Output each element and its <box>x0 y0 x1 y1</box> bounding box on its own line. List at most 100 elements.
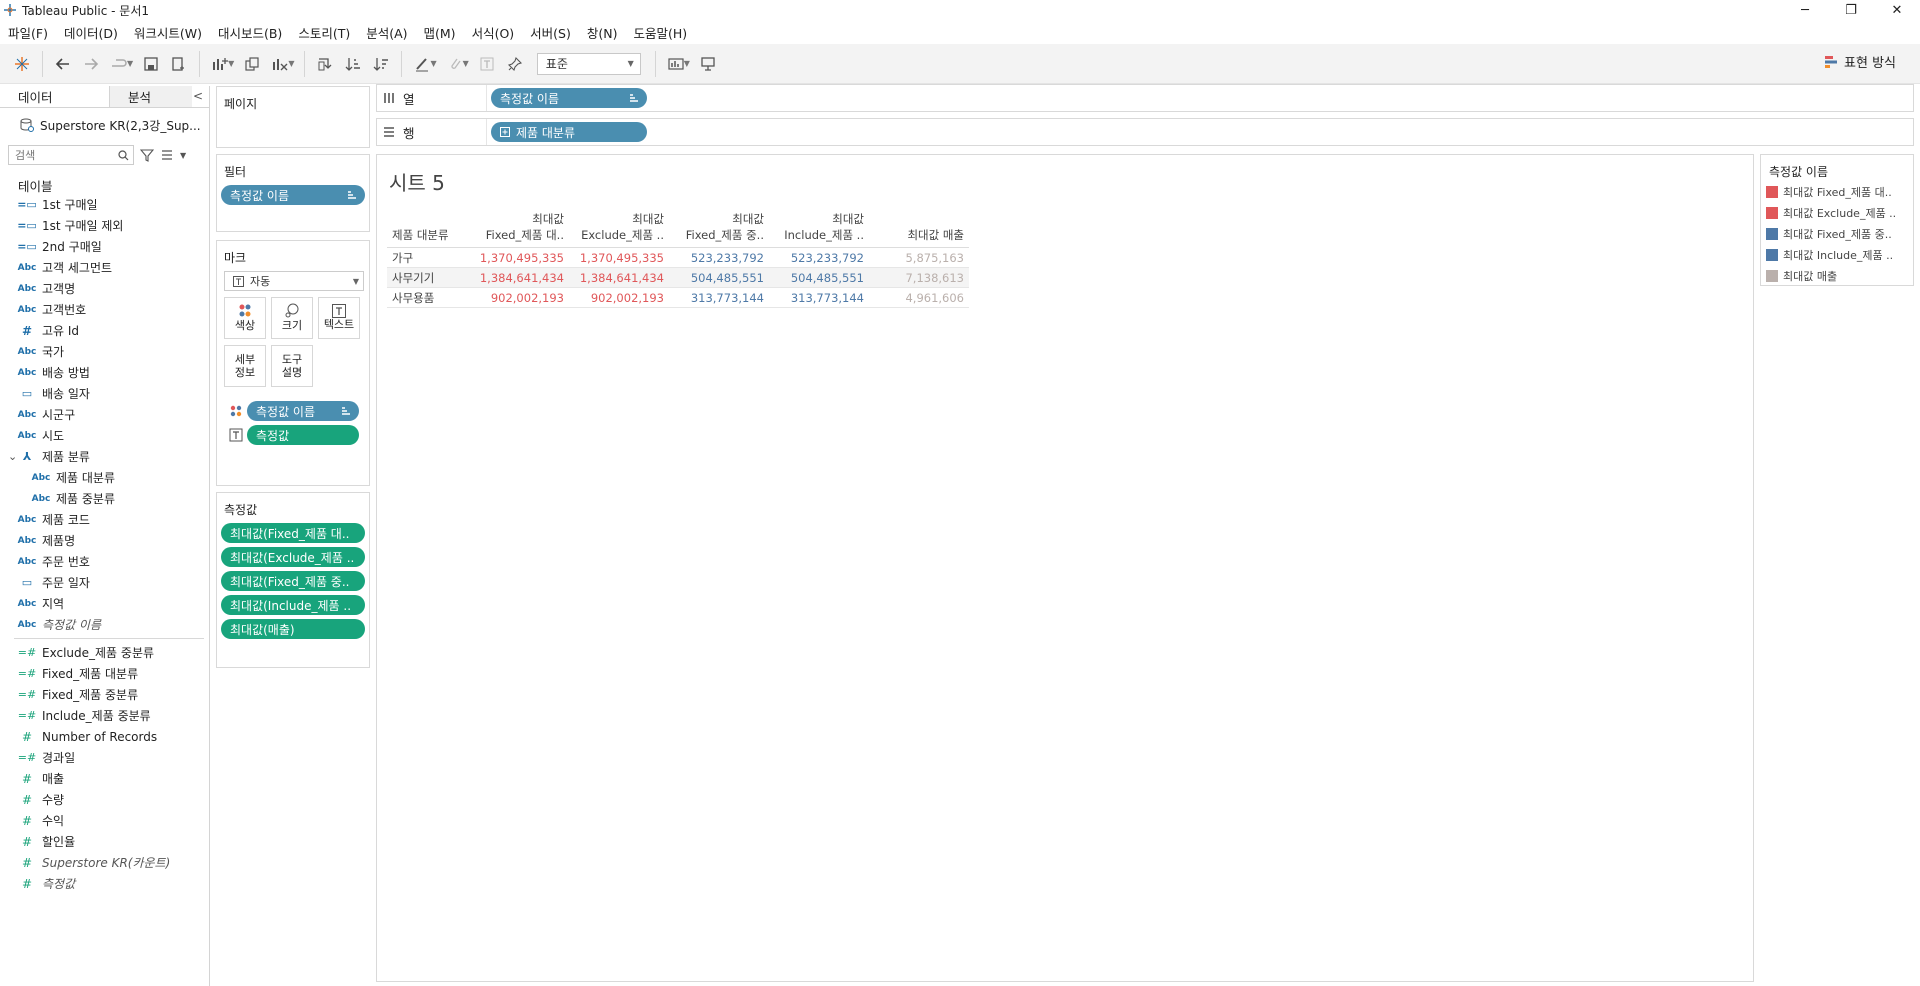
filters-shelf[interactable]: 필터 측정값 이름 <box>216 154 370 232</box>
show-me-button[interactable]: 표현 방식 <box>1824 52 1896 71</box>
search-input[interactable] <box>15 148 115 162</box>
field-item[interactable]: # Superstore KR(카운트) <box>0 852 209 873</box>
row-header-title[interactable]: 제품 대분류 <box>387 211 469 248</box>
chevron-down-icon[interactable]: ▼ <box>463 59 469 68</box>
tab-data[interactable]: 데이터 <box>0 86 110 107</box>
presentation-mode-icon[interactable] <box>694 50 722 78</box>
menu-server[interactable]: 서버(S) <box>522 23 579 42</box>
field-item[interactable]: # 수익 <box>0 810 209 831</box>
field-item[interactable]: Abc 고객명 <box>0 278 209 299</box>
chevron-down-icon[interactable]: ▼ <box>228 59 234 68</box>
marks-pill-measure-names[interactable]: 측정값 이름 <box>247 401 359 421</box>
column-header[interactable]: 최대값 Fixed_제품 대.. <box>469 211 569 248</box>
collapse-pane-icon[interactable]: < <box>193 89 203 103</box>
field-item[interactable]: Abc 고객번호 <box>0 299 209 320</box>
field-item[interactable]: Abc 고객 세그먼트 <box>0 257 209 278</box>
duplicate-sheet-icon[interactable] <box>238 50 266 78</box>
legend-item[interactable]: 최대값 Fixed_제품 대.. <box>1761 181 1913 202</box>
save-icon[interactable] <box>137 50 165 78</box>
maximize-button[interactable]: ❐ <box>1828 0 1874 20</box>
measure-values-pill[interactable]: 최대값(매출) <box>221 619 365 639</box>
chevron-down-icon[interactable]: ▼ <box>430 59 436 68</box>
rows-pill-product-category[interactable]: 제품 대분류 <box>491 122 647 142</box>
legend-item[interactable]: 최대값 Include_제품 .. <box>1761 244 1913 265</box>
minimize-button[interactable]: ─ <box>1782 0 1828 20</box>
field-item[interactable]: =# Fixed_제품 대분류 <box>0 663 209 684</box>
field-item[interactable]: Abc 측정값 이름 <box>0 614 209 635</box>
field-item[interactable]: ⌄ ⅄ 제품 분류 <box>0 446 209 467</box>
menu-dashboard[interactable]: 대시보드(B) <box>210 23 290 42</box>
table-cell[interactable]: 523,233,792 <box>669 247 769 268</box>
chevron-down-icon[interactable]: ⌄ <box>8 450 17 463</box>
search-box[interactable] <box>8 145 134 165</box>
table-row[interactable]: 사무기기 1,384,641,434 1,384,641,434 504,485,55… <box>387 267 969 288</box>
field-item[interactable]: =▭ 1st 구매일 <box>0 194 209 215</box>
columns-pill-measure-names[interactable]: 측정값 이름 <box>491 88 647 108</box>
row-header-cell[interactable]: 사무용품 <box>387 287 469 308</box>
table-cell[interactable]: 523,233,792 <box>769 247 869 268</box>
datasource-item[interactable]: Superstore KR(2,3강_Sup... <box>0 112 209 138</box>
table-row[interactable]: 가구 1,370,495,335 1,370,495,335 523,233,792 5… <box>387 247 969 268</box>
table-cell[interactable]: 4,961,606 <box>869 287 969 308</box>
field-item[interactable]: Abc 제품 코드 <box>0 509 209 530</box>
menu-window[interactable]: 창(N) <box>579 23 626 42</box>
detail-button[interactable]: 세부 정보 <box>224 345 266 387</box>
column-header[interactable]: 최대값 Include_제품 .. <box>769 211 869 248</box>
show-mark-labels-icon[interactable] <box>473 50 501 78</box>
row-header-cell[interactable]: 가구 <box>387 247 469 268</box>
field-item[interactable]: Abc 시도 <box>0 425 209 446</box>
rows-shelf[interactable]: 행 제품 대분류 <box>376 118 1914 146</box>
table-cell[interactable]: 1,384,641,434 <box>469 267 569 288</box>
table-cell[interactable]: 1,370,495,335 <box>569 247 669 268</box>
table-cell[interactable]: 1,384,641,434 <box>569 267 669 288</box>
field-item[interactable]: Abc 배송 방법 <box>0 362 209 383</box>
chevron-down-icon[interactable]: ▼ <box>127 59 133 68</box>
field-item[interactable]: # 고유 Id <box>0 320 209 341</box>
chevron-down-icon[interactable]: ▼ <box>288 59 294 68</box>
menu-data[interactable]: 데이터(D) <box>56 23 126 42</box>
columns-shelf[interactable]: 열 측정값 이름 <box>376 84 1914 112</box>
menu-file[interactable]: 파일(F) <box>0 23 56 42</box>
legend-item[interactable]: 최대값 매출 <box>1761 265 1913 286</box>
new-datasource-icon[interactable] <box>165 50 193 78</box>
mark-type-select[interactable]: 자동 ▼ <box>224 271 364 291</box>
table-cell[interactable]: 313,773,144 <box>769 287 869 308</box>
field-item[interactable]: Abc 주문 번호 <box>0 551 209 572</box>
field-item[interactable]: Abc 제품 중분류 <box>0 488 209 509</box>
field-item[interactable]: =# Exclude_제품 중분류 <box>0 642 209 663</box>
measure-values-pill[interactable]: 최대값(Fixed_제품 대.. <box>221 523 365 543</box>
field-item[interactable]: Abc 지역 <box>0 593 209 614</box>
sort-descending-icon[interactable] <box>367 50 395 78</box>
filter-icon[interactable] <box>140 148 154 162</box>
view-list-icon[interactable] <box>160 148 174 162</box>
text-table[interactable]: 제품 대분류 최대값 Fixed_제품 대.. 최대값 Exclude_제품 .. … <box>387 211 969 308</box>
table-cell[interactable]: 313,773,144 <box>669 287 769 308</box>
chevron-down-icon[interactable]: ▼ <box>180 151 186 160</box>
tableau-home-icon[interactable] <box>8 50 36 78</box>
field-item[interactable]: =# 경과일 <box>0 747 209 768</box>
field-item[interactable]: ▭ 배송 일자 <box>0 383 209 404</box>
field-item[interactable]: =▭ 2nd 구매일 <box>0 236 209 257</box>
fit-select[interactable]: 표준 ▼ <box>536 52 641 75</box>
expand-plus-icon[interactable] <box>500 127 510 137</box>
field-item[interactable]: =▭ 1st 구매일 제외 <box>0 215 209 236</box>
legend-item[interactable]: 최대값 Fixed_제품 중.. <box>1761 223 1913 244</box>
measure-values-pill[interactable]: 최대값(Fixed_제품 중.. <box>221 571 365 591</box>
field-item[interactable]: =# Include_제품 중분류 <box>0 705 209 726</box>
field-item[interactable]: =# Fixed_제품 중분류 <box>0 684 209 705</box>
field-item[interactable]: # Number of Records <box>0 726 209 747</box>
label-button[interactable]: 텍스트 <box>318 297 360 339</box>
table-cell[interactable]: 5,875,163 <box>869 247 969 268</box>
menu-map[interactable]: 맵(M) <box>416 23 464 42</box>
field-item[interactable]: Abc 시군구 <box>0 404 209 425</box>
menu-story[interactable]: 스토리(T) <box>290 23 358 42</box>
field-item[interactable]: # 측정값 <box>0 873 209 894</box>
legend-item[interactable]: 최대값 Exclude_제품 .. <box>1761 202 1913 223</box>
column-header[interactable]: 최대값 매출 <box>869 211 969 248</box>
field-item[interactable]: # 수량 <box>0 789 209 810</box>
menu-format[interactable]: 서식(O) <box>464 23 523 42</box>
swap-rows-columns-icon[interactable] <box>311 50 339 78</box>
menu-help[interactable]: 도움말(H) <box>625 23 695 42</box>
close-button[interactable]: ✕ <box>1874 0 1920 20</box>
table-cell[interactable]: 504,485,551 <box>769 267 869 288</box>
